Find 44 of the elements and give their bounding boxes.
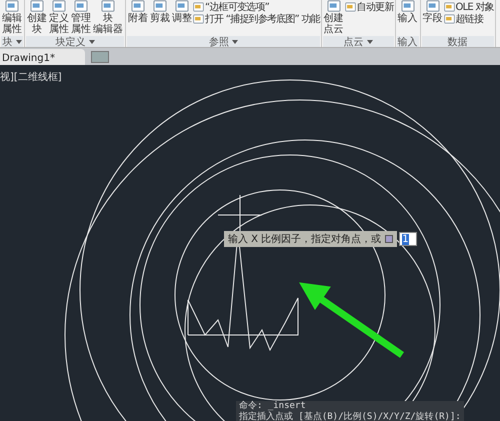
ribbon-button[interactable]: 编辑 属性 [1,0,23,35]
ribbon-button[interactable]: 调整 [171,0,193,24]
dynamic-input-tooltip: 输入 X 比例因子，指定对角点，或 [224,231,398,247]
input-field[interactable]: 1 [399,232,418,246]
ribbon-button[interactable]: OLE 对象 [444,1,494,12]
tool-icon [73,0,89,12]
panel-title[interactable]: 参照 [127,36,320,47]
tool-icon [174,0,190,12]
tool-icon [444,2,455,12]
ribbon-button[interactable]: 打开 “捕捉到参考底图” 功能 [193,13,320,24]
tool-icon [326,0,342,12]
ribbon-button[interactable]: 创建 点云 [322,0,345,35]
tool-icon [152,0,168,12]
tool-icon [344,2,356,12]
tool-icon [100,0,116,12]
ribbon-button[interactable]: 管理 属性 [70,0,92,35]
ribbon-button[interactable]: 附着 [127,0,149,24]
tool-icon [424,0,441,12]
tool-icon [51,0,67,12]
tool-icon [4,0,20,12]
tool-icon [130,0,146,12]
ribbon-button[interactable]: “边框可变选项” [193,1,320,12]
toggle-icon[interactable] [385,235,394,243]
ribbon-button[interactable]: 块 编辑器 [92,0,124,35]
ribbon-button[interactable]: 字段 [422,0,444,24]
tool-icon [400,0,416,12]
ribbon-button[interactable]: 输入 [396,0,419,24]
tool-icon [29,0,45,12]
document-tab[interactable]: Drawing1* [0,49,85,65]
ribbon-button[interactable]: 剪裁 [149,0,171,24]
ribbon-button[interactable]: 创建 块 [26,0,48,35]
panel-title[interactable]: 块定义 [26,36,124,47]
tool-icon [193,2,204,12]
panel-title[interactable]: 输入 [396,36,419,47]
viewport-label[interactable]: 视][二维线框] [0,70,62,84]
ribbon-button[interactable]: 超链接 [444,13,494,24]
tool-icon [444,14,455,24]
tool-icon [193,14,204,24]
ribbon-button[interactable]: 自动更新 [344,1,394,12]
panel-title[interactable]: 块 [1,36,23,47]
new-tab-icon[interactable] [90,51,109,63]
ribbon-button[interactable]: 定义 属性 [48,0,70,35]
panel-title[interactable]: 数据 [422,36,494,47]
panel-title[interactable]: 点云 [322,36,394,47]
